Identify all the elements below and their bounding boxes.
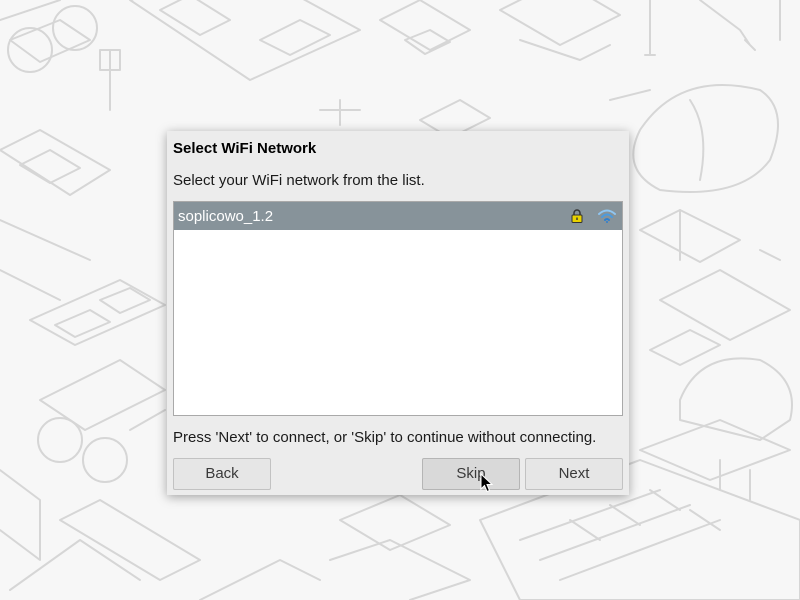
instruction-text: Select your WiFi network from the list. bbox=[173, 172, 425, 189]
lock-icon bbox=[570, 209, 584, 223]
network-list[interactable]: soplicowo_1.2 bbox=[173, 201, 623, 416]
next-button[interactable]: Next bbox=[525, 458, 623, 490]
network-ssid: soplicowo_1.2 bbox=[178, 208, 274, 225]
mouse-pointer-icon bbox=[480, 472, 494, 493]
skip-button[interactable]: Skip bbox=[422, 458, 520, 490]
back-button[interactable]: Back bbox=[173, 458, 271, 490]
footer-instruction: Press 'Next' to connect, or 'Skip' to co… bbox=[173, 429, 597, 446]
network-list-item-selected[interactable]: soplicowo_1.2 bbox=[174, 202, 622, 230]
dialog-title: Select WiFi Network bbox=[173, 140, 317, 157]
wifi-signal-icon bbox=[598, 209, 616, 223]
wifi-dialog: Select WiFi Network Select your WiFi net… bbox=[167, 131, 629, 495]
